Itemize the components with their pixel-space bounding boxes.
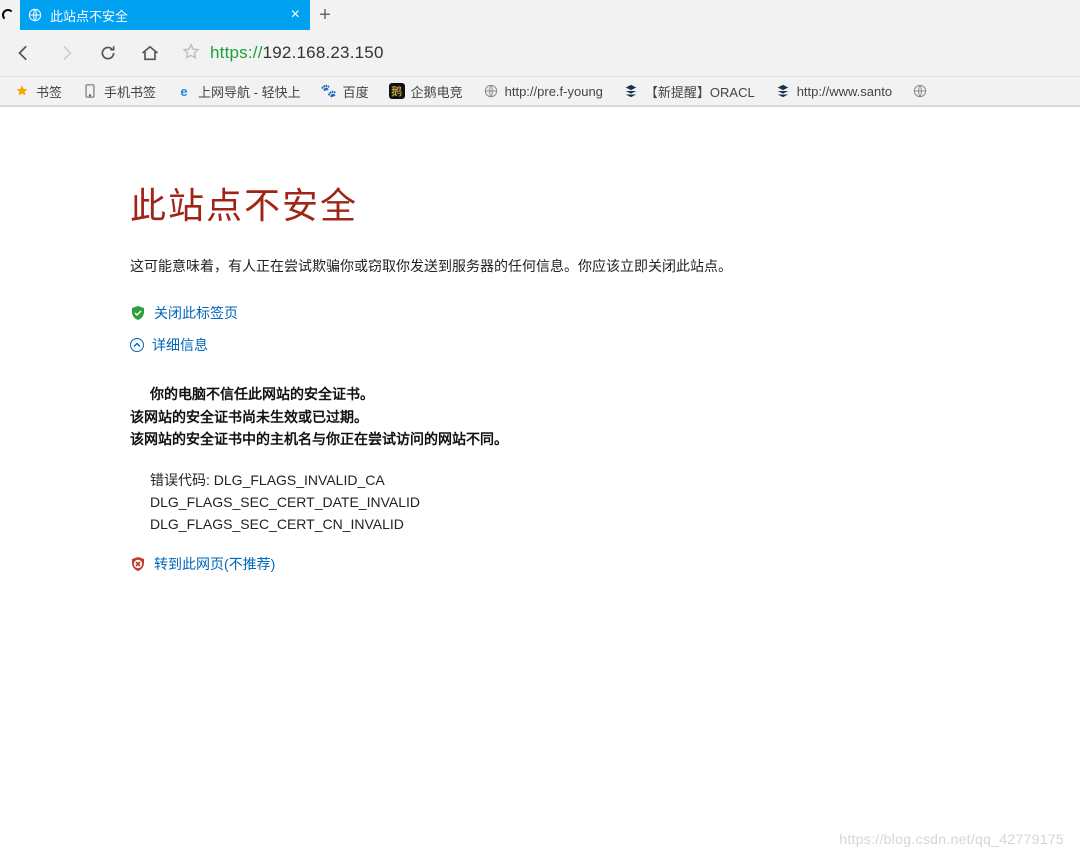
bookmark-label: 手机书签 — [104, 82, 156, 101]
page-title: 此站点不安全 — [130, 177, 1060, 229]
bookmark-label: 企鹅电竞 — [411, 82, 463, 101]
page-content: 此站点不安全 这可能意味着，有人正在尝试欺骗你或窃取你发送到服务器的任何信息。你… — [0, 107, 1080, 594]
detail-line: 该网站的安全证书尚未生效或已过期。 — [130, 406, 1060, 428]
bookmark-label: 书签 — [36, 82, 62, 101]
forward-button[interactable] — [46, 33, 86, 73]
bookmark-label: 百度 — [343, 82, 369, 101]
bookmark-santo[interactable]: http://www.santo — [767, 81, 900, 101]
tab-title: 此站点不安全 — [50, 6, 279, 25]
penguin-icon: 鹅 — [389, 83, 405, 99]
shield-ok-icon — [130, 305, 146, 321]
error-code-line: DLG_FLAGS_SEC_CERT_DATE_INVALID — [150, 491, 1060, 513]
s-icon — [775, 83, 791, 99]
globe-icon — [483, 83, 499, 99]
phone-icon — [82, 83, 98, 99]
detail-line: 该网站的安全证书中的主机名与你正在尝试访问的网站不同。 — [130, 428, 1060, 450]
browser-chrome: 此站点不安全 × + https://192.168.23.150 — [0, 0, 1080, 107]
e-icon: e — [176, 83, 192, 99]
detail-line: 你的电脑不信任此网站的安全证书。 — [150, 383, 1060, 405]
url-host: 192.168.23.150 — [263, 43, 384, 62]
goto-page-link[interactable]: 转到此网页(不推荐) — [154, 554, 275, 574]
tab-close-button[interactable]: × — [287, 7, 304, 23]
bookmark-qie[interactable]: 鹅 企鹅电竞 — [381, 80, 471, 103]
details-link[interactable]: 详细信息 — [152, 335, 208, 355]
globe-icon — [912, 83, 928, 99]
bookmark-oracle[interactable]: 【新提醒】ORACL — [615, 80, 763, 103]
error-code-line: DLG_FLAGS_SEC_CERT_CN_INVALID — [150, 513, 1060, 535]
watermark-text: https://blog.csdn.net/qq_42779175 — [839, 831, 1064, 847]
tab-strip: 此站点不安全 × + — [0, 0, 1080, 30]
url-text: https://192.168.23.150 — [210, 43, 384, 63]
bookmark-nav[interactable]: e 上网导航 - 轻快上 — [168, 80, 309, 103]
bookmarks-bar: 书签 手机书签 e 上网导航 - 轻快上 🐾 百度 鹅 企鹅电竞 http://… — [0, 76, 1080, 106]
paw-icon: 🐾 — [321, 83, 337, 99]
bookmark-label: 【新提醒】ORACL — [645, 82, 755, 101]
active-tab[interactable]: 此站点不安全 × — [20, 0, 310, 30]
url-scheme: https:// — [210, 43, 263, 62]
error-codes: 错误代码: DLG_FLAGS_INVALID_CA DLG_FLAGS_SEC… — [150, 469, 1060, 536]
nav-bar: https://192.168.23.150 — [0, 30, 1080, 76]
s-icon — [623, 83, 639, 99]
bookmark-phone[interactable]: 手机书签 — [74, 80, 164, 103]
bookmark-label: http://www.santo — [797, 84, 892, 99]
globe-icon — [28, 8, 42, 22]
star-icon — [14, 83, 30, 99]
bookmark-overflow[interactable] — [904, 81, 928, 101]
favorite-star-icon[interactable] — [182, 43, 200, 64]
bookmark-label: http://pre.f-young — [505, 84, 603, 99]
details-toggle-line: 详细信息 — [130, 335, 1060, 355]
bookmark-label: 上网导航 - 轻快上 — [198, 82, 301, 101]
reload-button[interactable] — [88, 33, 128, 73]
details-block: 你的电脑不信任此网站的安全证书。 该网站的安全证书尚未生效或已过期。 该网站的安… — [130, 383, 1060, 573]
close-tab-link[interactable]: 关闭此标签页 — [154, 303, 238, 323]
address-bar[interactable]: https://192.168.23.150 — [172, 38, 1076, 68]
spinner-icon — [2, 9, 14, 21]
loading-spinner-fragment — [0, 0, 20, 30]
home-button[interactable] — [130, 33, 170, 73]
bookmark-pre-fyoung[interactable]: http://pre.f-young — [475, 81, 611, 101]
close-tab-line: 关闭此标签页 — [130, 303, 1060, 323]
error-code-line: 错误代码: DLG_FLAGS_INVALID_CA — [150, 469, 1060, 491]
bookmark-baidu[interactable]: 🐾 百度 — [313, 80, 377, 103]
back-button[interactable] — [4, 33, 44, 73]
chevron-up-circle-icon — [130, 338, 144, 352]
shield-warn-icon — [130, 556, 146, 572]
warning-description: 这可能意味着，有人正在尝试欺骗你或窃取你发送到服务器的任何信息。你应该立即关闭此… — [130, 255, 1060, 277]
bookmark-books[interactable]: 书签 — [6, 80, 70, 103]
goto-page-line: 转到此网页(不推荐) — [130, 554, 1060, 574]
new-tab-button[interactable]: + — [310, 0, 340, 30]
